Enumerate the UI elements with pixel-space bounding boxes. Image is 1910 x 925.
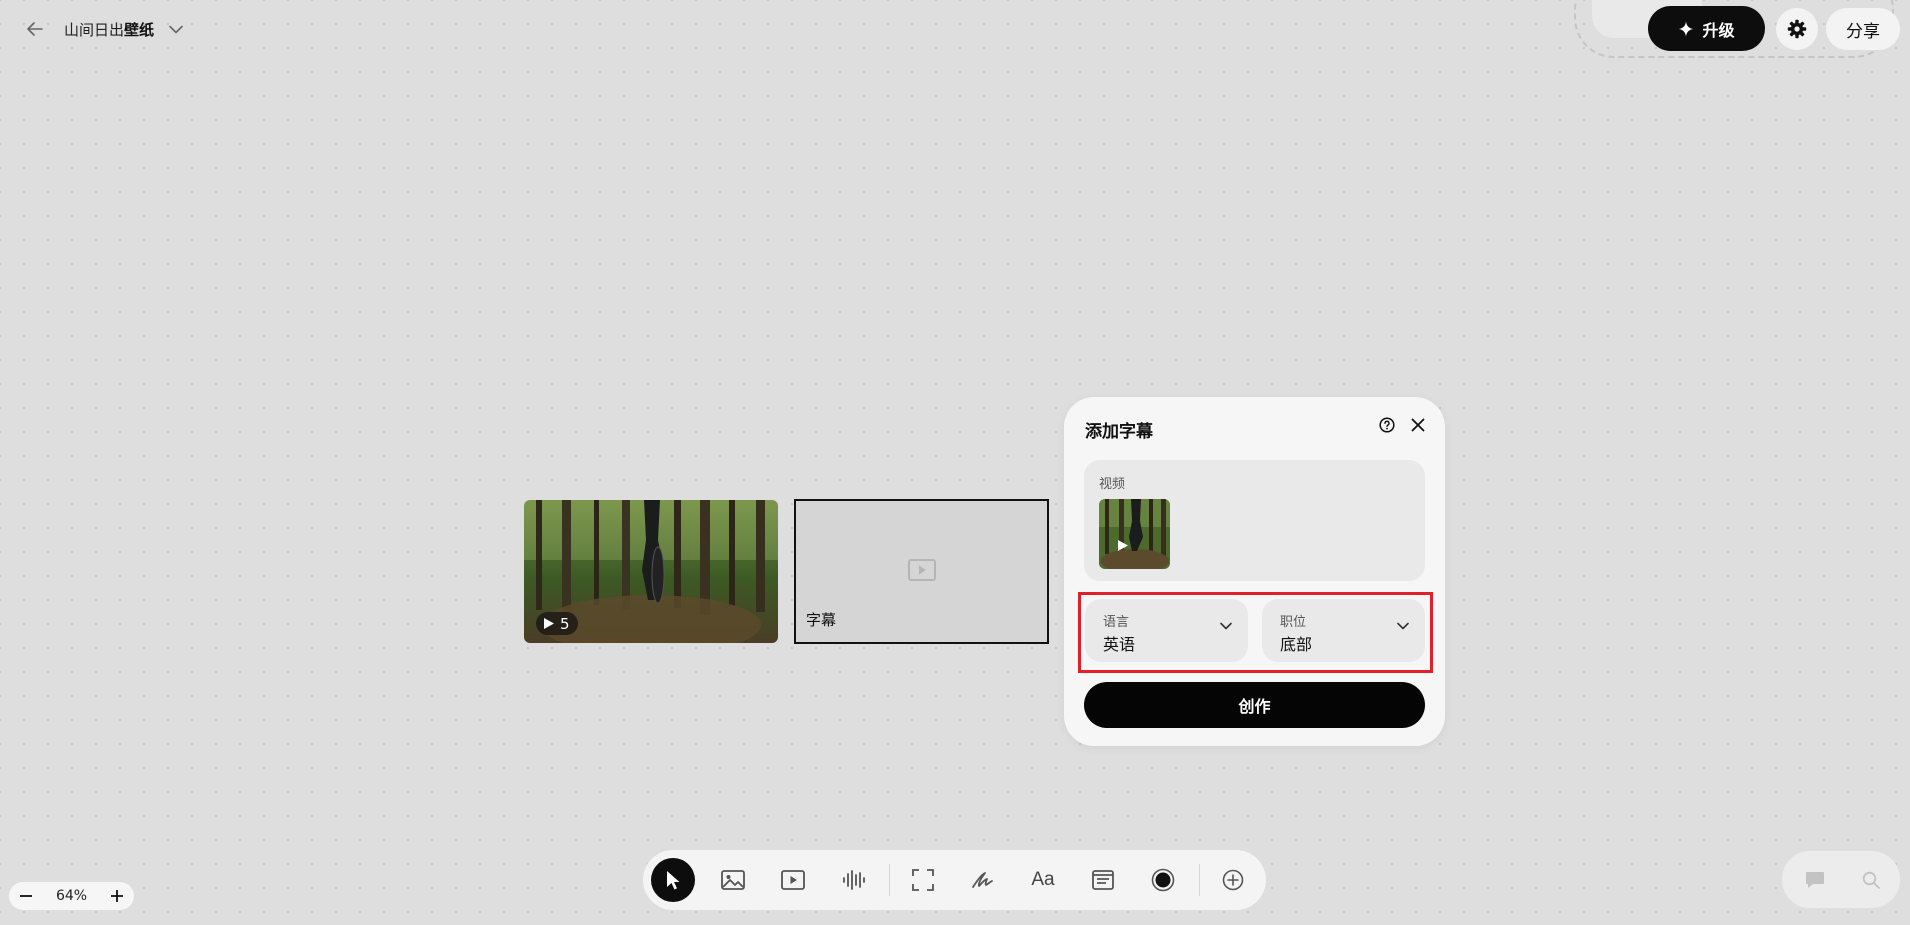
language-label: 语言 xyxy=(1103,615,1130,630)
search-icon xyxy=(1862,871,1880,889)
create-button[interactable]: 创作 xyxy=(1084,682,1425,728)
image-icon xyxy=(721,870,745,890)
play-icon xyxy=(1118,540,1128,551)
waveform-icon xyxy=(843,870,865,890)
language-select[interactable]: 语言 英语 xyxy=(1085,599,1248,662)
zoom-in-button[interactable] xyxy=(106,885,128,907)
chevron-down-icon xyxy=(1220,622,1232,630)
color-tool-button[interactable] xyxy=(1141,858,1185,902)
chat-button[interactable] xyxy=(1802,867,1828,893)
back-arrow-icon[interactable] xyxy=(22,16,48,42)
project-title-bold-text: 壁纸 xyxy=(124,20,155,39)
chevron-down-icon[interactable] xyxy=(166,19,186,39)
project-header: 山间日出 壁纸 xyxy=(22,14,186,44)
upgrade-label: 升级 xyxy=(1702,20,1735,40)
pen-scribble-icon xyxy=(972,872,993,888)
frame-tool-button[interactable] xyxy=(901,858,945,902)
bottom-toolbar: Aa xyxy=(643,850,1266,910)
audio-tool-button[interactable] xyxy=(831,858,875,902)
panel-title: 添加字幕 xyxy=(1085,422,1153,442)
subtitle-node-label: 字幕 xyxy=(806,611,837,629)
project-title[interactable]: 山间日出 壁纸 xyxy=(64,19,186,40)
chat-icon xyxy=(1806,872,1824,888)
add-tool-button[interactable] xyxy=(1211,858,1255,902)
plus-circle-icon xyxy=(1222,869,1244,891)
chat-search-pill xyxy=(1782,851,1900,908)
help-icon[interactable] xyxy=(1377,415,1397,435)
selected-video-thumbnail[interactable] xyxy=(1099,499,1170,569)
text-tool-button[interactable]: Aa xyxy=(1021,858,1065,902)
forest-video-thumbnail xyxy=(1099,499,1170,569)
add-subtitles-panel: 添加字幕 视频 语言 英语 职位 底部 创作 xyxy=(1064,397,1445,746)
create-label: 创作 xyxy=(1238,697,1271,716)
video-icon xyxy=(781,870,805,890)
plus-icon xyxy=(111,890,123,902)
close-icon[interactable] xyxy=(1408,415,1428,435)
position-value: 底部 xyxy=(1280,635,1313,654)
play-icon xyxy=(544,618,554,629)
settings-button[interactable] xyxy=(1776,8,1818,50)
image-tool-button[interactable] xyxy=(711,858,755,902)
video-tool-button[interactable] xyxy=(771,858,815,902)
video-section-label: 视频 xyxy=(1099,477,1126,492)
draw-tool-button[interactable] xyxy=(961,858,1005,902)
toolbar-divider xyxy=(1199,864,1200,896)
video-section: 视频 xyxy=(1084,460,1425,581)
video-node[interactable]: 5 xyxy=(524,500,778,643)
clip-count: 5 xyxy=(560,614,570,633)
search-button[interactable] xyxy=(1858,867,1884,893)
video-clip-count-badge: 5 xyxy=(536,612,578,635)
subtitle-node[interactable]: 字幕 xyxy=(794,499,1049,644)
sparkle-icon xyxy=(1678,21,1694,36)
share-label: 分享 xyxy=(1846,21,1880,42)
upgrade-button[interactable]: 升级 xyxy=(1648,6,1765,51)
zoom-level: 64% xyxy=(55,888,88,904)
frame-icon xyxy=(912,869,934,891)
text-tool-label: Aa xyxy=(1031,869,1055,890)
gear-icon xyxy=(1787,19,1807,39)
zoom-control: 64% xyxy=(9,882,134,910)
language-value: 英语 xyxy=(1103,635,1136,654)
cursor-icon xyxy=(667,871,680,890)
color-swatch-icon xyxy=(1151,868,1175,892)
select-tool-button[interactable] xyxy=(651,858,695,902)
note-icon xyxy=(1092,870,1114,890)
project-title-text: 山间日出 xyxy=(64,20,125,39)
zoom-out-button[interactable] xyxy=(15,885,37,907)
position-label: 职位 xyxy=(1280,615,1307,630)
position-select[interactable]: 职位 底部 xyxy=(1262,599,1425,662)
toolbar-divider xyxy=(889,864,890,896)
note-tool-button[interactable] xyxy=(1081,858,1125,902)
share-button[interactable]: 分享 xyxy=(1826,8,1900,50)
chevron-down-icon xyxy=(1397,622,1409,630)
video-placeholder-icon xyxy=(908,559,936,581)
minus-icon xyxy=(20,895,32,897)
